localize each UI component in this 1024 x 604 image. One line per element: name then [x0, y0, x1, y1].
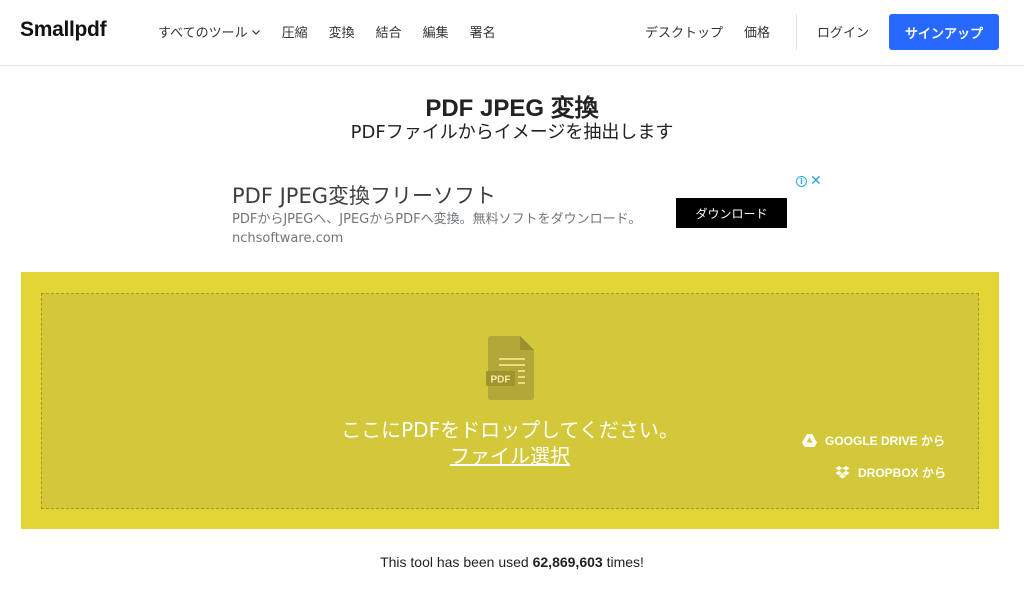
- usage-count: 62,869,603: [532, 554, 603, 570]
- nav-convert[interactable]: 変換: [329, 22, 355, 41]
- smallpdf-logo[interactable]: Smallpdf: [20, 18, 107, 42]
- dropbox-icon: [835, 466, 850, 479]
- google-drive-button[interactable]: GOOGLE DRIVE から: [802, 432, 945, 449]
- chevron-down-icon: [251, 29, 260, 35]
- nav-compress[interactable]: 圧縮: [282, 22, 308, 41]
- google-drive-icon: [802, 434, 817, 447]
- nav-desktop[interactable]: デスクトップ: [645, 22, 723, 41]
- ad-description: PDFからJPEGへ、JPEGからPDFへ変換。無料ソフトをダウンロード。 nc…: [232, 212, 642, 246]
- ad-choices: i ✕: [796, 174, 822, 188]
- nav-sign[interactable]: 署名: [470, 22, 496, 41]
- google-drive-label: GOOGLE DRIVE から: [825, 434, 946, 448]
- dropzone-outer: PDF ここにPDFをドロップしてください。 ファイル選択 GOOGLE DRI…: [21, 272, 999, 529]
- dropbox-button[interactable]: DROPBOX から: [835, 464, 946, 481]
- page-subtitle: PDFファイルからイメージを抽出します: [350, 122, 674, 143]
- ad-info-icon[interactable]: i: [796, 175, 807, 187]
- dropzone[interactable]: PDF ここにPDFをドロップしてください。 ファイル選択 GOOGLE DRI…: [41, 293, 979, 509]
- drop-instruction: ここにPDFをドロップしてください。: [341, 418, 679, 442]
- login-link[interactable]: ログイン: [817, 22, 869, 41]
- usage-suffix: times!: [602, 554, 644, 570]
- nav-merge[interactable]: 結合: [376, 22, 402, 41]
- top-header: Smallpdf すべてのツール 圧縮 変換 結合 編集 署名 デスクトップ 価…: [0, 0, 1024, 66]
- choose-file-link[interactable]: ファイル選択: [210, 440, 810, 469]
- main-nav: すべてのツール 圧縮 変換 結合 編集 署名: [158, 22, 517, 41]
- nav-pricing[interactable]: 価格: [744, 22, 770, 41]
- nav-all-tools[interactable]: すべてのツール: [158, 22, 261, 41]
- header-divider: [796, 14, 797, 50]
- nav-edit[interactable]: 編集: [423, 22, 449, 41]
- dropbox-label: DROPBOX から: [858, 466, 947, 480]
- usage-prefix: This tool has been used: [380, 554, 533, 570]
- usage-counter: This tool has been used 62,869,603 times…: [0, 554, 1024, 570]
- nav-all-tools-label: すべてのツール: [158, 26, 248, 41]
- ad-title[interactable]: PDF JPEG変換フリーソフト: [232, 180, 496, 210]
- signup-button[interactable]: サインアップ: [889, 14, 999, 50]
- ad-download-button[interactable]: ダウンロード: [676, 198, 787, 228]
- ad-close-icon[interactable]: ✕: [810, 174, 822, 188]
- dropzone-center: ここにPDFをドロップしてください。 ファイル選択: [210, 294, 810, 510]
